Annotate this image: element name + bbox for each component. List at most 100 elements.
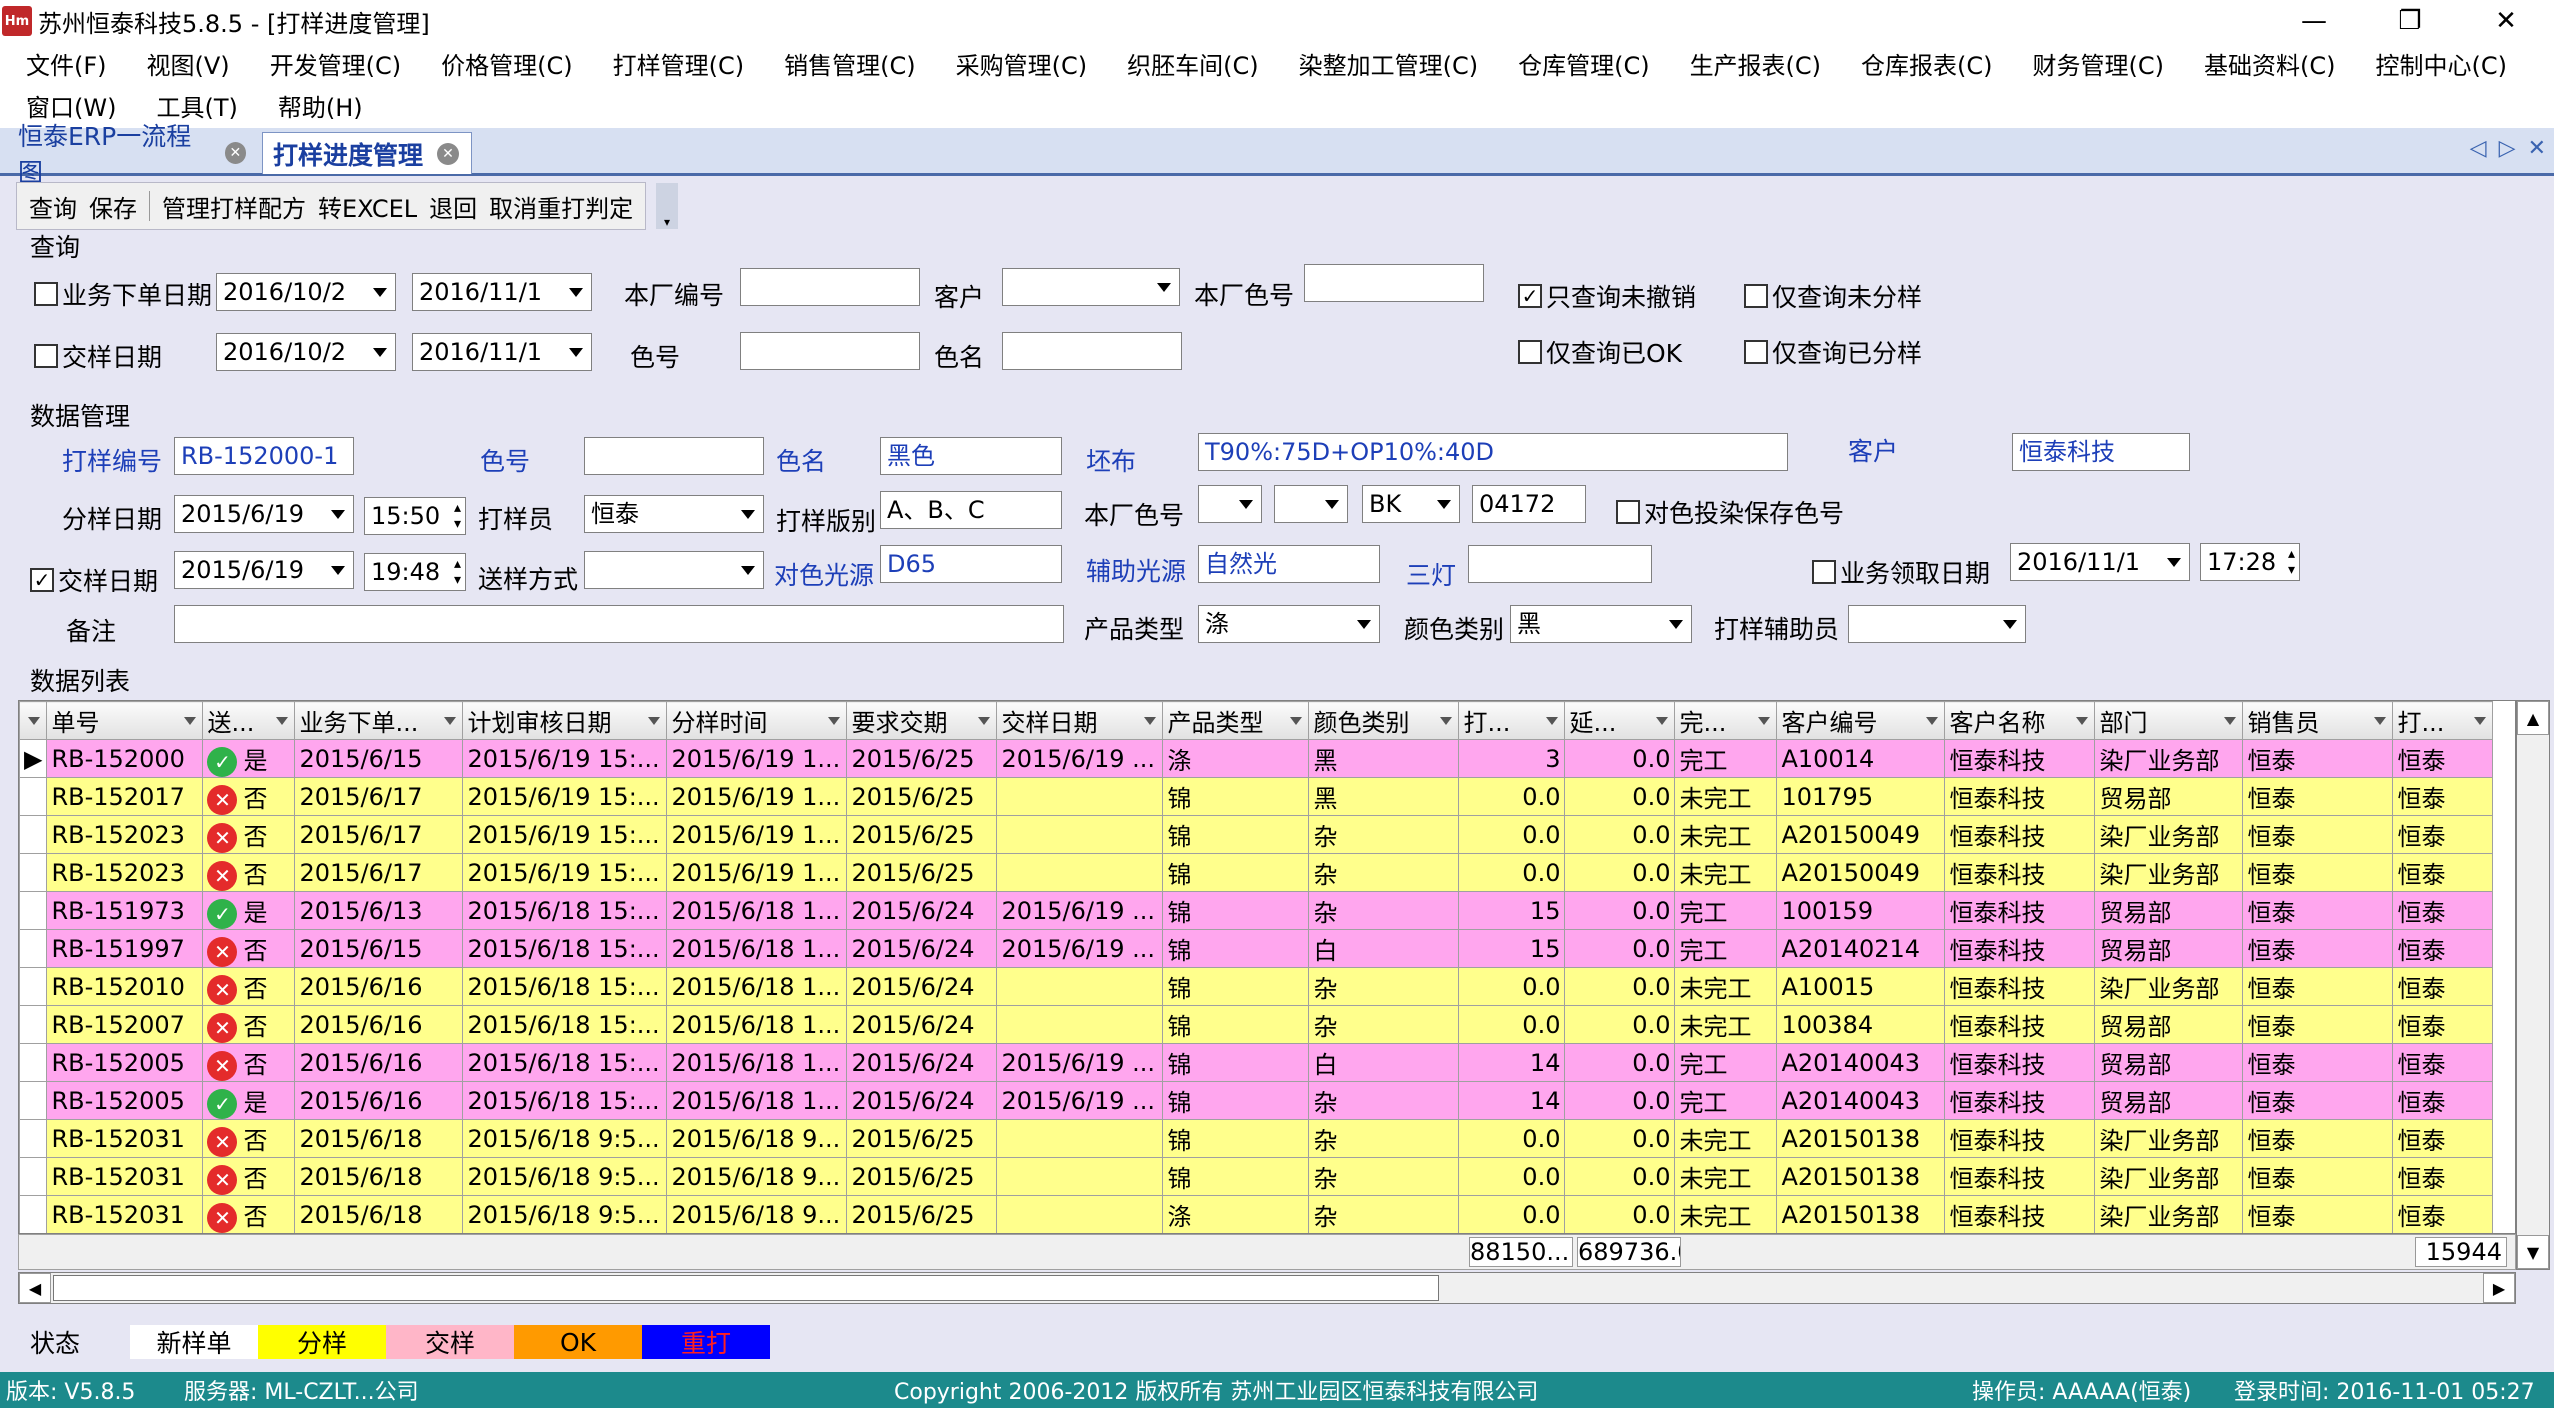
table-cell[interactable]: 2015/6/24 [846, 929, 998, 968]
scroll-up-icon[interactable]: ▲ [2517, 701, 2549, 735]
row-indicator[interactable] [19, 1157, 48, 1196]
menu-item[interactable]: 帮助(H) [278, 88, 363, 123]
factory-color-code-select[interactable]: BK [1362, 485, 1460, 523]
table-cell[interactable]: 0.0 [1458, 1119, 1566, 1158]
checkbox-box[interactable] [1616, 500, 1640, 524]
table-cell[interactable]: 恒泰 [2392, 739, 2494, 778]
table-cell[interactable]: 涤 [1162, 739, 1310, 778]
manage-formula-button[interactable]: 管理打样配方 [162, 189, 306, 224]
table-cell[interactable]: 2015/6/18 9... [666, 1119, 848, 1158]
table-cell[interactable]: 14 [1458, 1081, 1566, 1120]
only-uncancelled-checkbox[interactable]: ✓ 只查询未撤销 [1518, 278, 1696, 314]
table-cell[interactable]: 恒泰科技 [1944, 929, 2096, 968]
table-cell[interactable]: 涤 [1162, 1195, 1310, 1233]
table-cell[interactable]: 0.0 [1458, 777, 1566, 816]
table-cell[interactable]: 锦 [1162, 967, 1310, 1006]
table-cell[interactable]: 0.0 [1564, 929, 1676, 968]
table-cell[interactable]: 2015/6/18 [294, 1119, 464, 1158]
checkbox-box[interactable] [1744, 340, 1768, 364]
table-cell[interactable]: ✕ 否 [202, 853, 296, 892]
tab-erp-flowchart[interactable]: 恒泰ERP一流程图 ✕ [8, 122, 256, 187]
table-cell[interactable]: 锦 [1162, 1157, 1310, 1196]
table-cell[interactable]: A20150138 [1776, 1157, 1946, 1196]
table-cell[interactable]: 完工 [1674, 739, 1778, 778]
table-cell[interactable]: 0.0 [1564, 853, 1676, 892]
column-header[interactable]: 打... [1458, 701, 1566, 740]
table-row[interactable]: RB-151997 ✕ 否 2015/6/15 2015/6/18 15:... 2015… [19, 929, 2494, 968]
return-button[interactable]: 退回 [429, 189, 477, 224]
table-cell[interactable]: 2015/6/18 9... [666, 1195, 848, 1233]
table-cell[interactable]: 杂 [1308, 815, 1460, 854]
deliver-date-manage-select[interactable]: 2015/6/19 [174, 551, 354, 589]
greige-input[interactable]: T90%:75D+OP10%:40D [1198, 433, 1788, 471]
table-cell[interactable]: 恒泰 [2392, 967, 2494, 1006]
menu-item[interactable]: 价格管理(C) [441, 46, 572, 81]
table-cell[interactable]: A20150138 [1776, 1195, 1946, 1233]
factory-color-prefix-select[interactable] [1198, 485, 1262, 523]
table-cell[interactable]: 杂 [1308, 1157, 1460, 1196]
table-cell[interactable]: 2015/6/18 15:... [462, 967, 668, 1006]
scroll-right-icon[interactable]: ▶ [2483, 1273, 2515, 1303]
table-cell[interactable]: 恒泰 [2392, 929, 2494, 968]
version-input[interactable]: A、B、C [880, 491, 1062, 529]
table-cell[interactable]: 0.0 [1564, 739, 1676, 778]
table-cell[interactable]: 100384 [1776, 1005, 1946, 1044]
table-cell[interactable]: RB-152031 [46, 1157, 204, 1196]
cancel-redo-button[interactable]: 取消重打判定 [489, 189, 633, 224]
table-cell[interactable]: 未完工 [1674, 1195, 1778, 1233]
table-cell[interactable]: 杂 [1308, 1195, 1460, 1233]
menu-item[interactable]: 控制中心(C) [2376, 46, 2507, 81]
table-cell[interactable]: RB-152017 [46, 777, 204, 816]
table-cell[interactable]: 2015/6/24 [846, 1081, 998, 1120]
table-cell[interactable]: 2015/6/19 15:... [462, 853, 668, 892]
table-cell[interactable]: ✕ 否 [202, 777, 296, 816]
table-cell[interactable]: 2015/6/18 15:... [462, 1043, 668, 1082]
toolbar-overflow-icon[interactable]: ▾ [656, 183, 678, 229]
table-cell[interactable]: 白 [1308, 1043, 1460, 1082]
table-cell[interactable]: 0.0 [1564, 777, 1676, 816]
table-cell[interactable]: 2015/6/18 [294, 1195, 464, 1233]
table-cell[interactable]: 2015/6/19 15:... [462, 815, 668, 854]
table-cell[interactable]: 恒泰科技 [1944, 1195, 2096, 1233]
scroll-left-icon[interactable]: ◀ [19, 1273, 51, 1303]
table-cell[interactable]: 2015/6/13 [294, 891, 464, 930]
table-cell[interactable]: RB-152007 [46, 1005, 204, 1044]
biz-date-from[interactable]: 2016/10/2 [216, 273, 396, 311]
table-cell[interactable] [996, 1195, 1164, 1233]
table-cell[interactable]: ✓ 是 [202, 1081, 296, 1120]
table-row[interactable]: RB-152023 ✕ 否 2015/6/17 2015/6/19 15:... 2015… [19, 853, 2494, 892]
table-cell[interactable]: 2015/6/19 ... [996, 929, 1164, 968]
table-cell[interactable]: 0.0 [1564, 1081, 1676, 1120]
table-cell[interactable]: 0.0 [1564, 1195, 1676, 1233]
assistant-select[interactable] [1848, 605, 2026, 643]
save-color-checkbox[interactable]: 对色投染保存色号 [1616, 494, 1844, 530]
menu-item[interactable]: 基础资料(C) [2204, 46, 2335, 81]
checkbox-box[interactable] [34, 282, 58, 306]
only-unsplit-checkbox[interactable]: 仅查询未分样 [1744, 278, 1922, 314]
row-indicator[interactable] [19, 777, 48, 816]
table-cell[interactable]: 0.0 [1564, 1157, 1676, 1196]
menu-item[interactable]: 销售管理(C) [784, 46, 915, 81]
table-cell[interactable]: RB-152005 [46, 1043, 204, 1082]
table-cell[interactable]: 2015/6/25 [846, 853, 998, 892]
table-cell[interactable]: 2015/6/18 1... [666, 967, 848, 1006]
table-cell[interactable]: 恒泰科技 [1944, 853, 2096, 892]
table-cell[interactable]: 2015/6/18 1... [666, 929, 848, 968]
column-header[interactable]: 完... [1674, 701, 1778, 740]
column-header[interactable]: 客户编号 [1776, 701, 1946, 740]
tab-sample-progress[interactable]: 打样进度管理 ✕ [262, 132, 472, 174]
table-cell[interactable]: 杂 [1308, 967, 1460, 1006]
table-cell[interactable]: ✕ 否 [202, 1119, 296, 1158]
table-cell[interactable]: 2015/6/19 1... [666, 815, 848, 854]
table-cell[interactable]: 2015/6/19 ... [996, 1081, 1164, 1120]
table-row[interactable]: RB-152031 ✕ 否 2015/6/18 2015/6/18 9:5... 2015… [19, 1119, 2494, 1158]
table-cell[interactable]: 0.0 [1458, 1195, 1566, 1233]
menu-item[interactable]: 开发管理(C) [270, 46, 401, 81]
table-cell[interactable]: 恒泰 [2242, 739, 2394, 778]
minimize-button[interactable]: — [2266, 0, 2362, 42]
table-cell[interactable]: A20140043 [1776, 1043, 1946, 1082]
table-cell[interactable]: 2015/6/19 15:... [462, 739, 668, 778]
checkbox-box[interactable] [1744, 284, 1768, 308]
table-cell[interactable]: RB-151973 [46, 891, 204, 930]
table-cell[interactable]: 恒泰科技 [1944, 891, 2096, 930]
